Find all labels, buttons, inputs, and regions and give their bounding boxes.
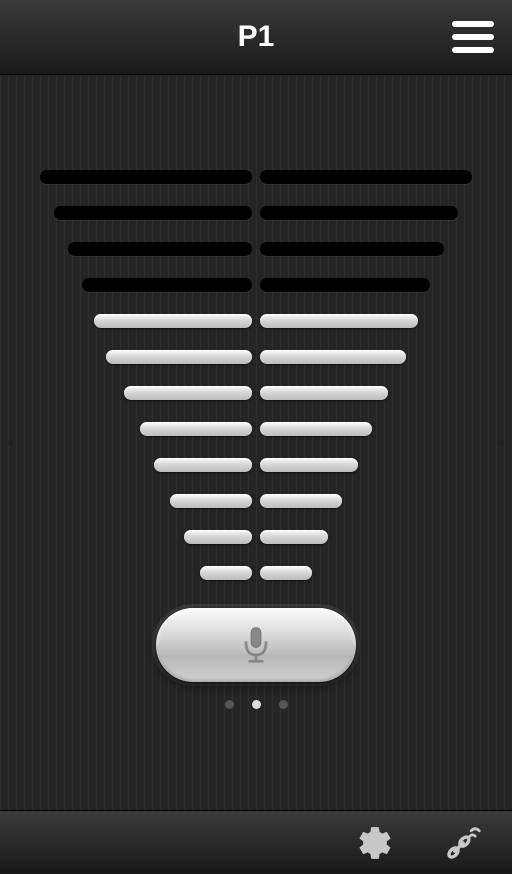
grille-slot [170,494,252,508]
grille-slot [106,350,252,364]
page-indicator[interactable] [225,700,288,709]
grille-slot [94,314,252,328]
grille-row [40,458,472,472]
grille-slot [82,278,252,292]
grille-row [40,242,472,256]
header-bar: P1 [0,0,512,75]
settings-button[interactable] [356,824,394,862]
page-dot[interactable] [252,700,261,709]
menu-button[interactable] [452,21,494,53]
grille-row [40,530,472,544]
grille-slot [140,422,252,436]
grille-slot [68,242,252,256]
grille-slot [260,494,342,508]
grille-slot [260,458,358,472]
grille-slot [184,530,252,544]
grille-slot [260,566,312,580]
gear-icon [356,824,394,862]
grille-row [40,386,472,400]
grille-row [40,278,472,292]
grille-slot [260,242,444,256]
microphone-icon [241,625,271,665]
page-dot[interactable] [225,700,234,709]
grille-slot [54,206,252,220]
grille-slot [200,566,252,580]
connect-button[interactable] [444,824,482,862]
menu-icon [452,21,494,27]
ptt-container [156,608,356,682]
page-title: P1 [238,20,275,54]
grille-row [40,566,472,580]
grille-slot [260,386,388,400]
grille-slot [260,170,472,184]
grille-slot [154,458,252,472]
link-signal-icon [444,824,482,862]
grille-slot [260,530,328,544]
grille-row [40,494,472,508]
page-dot[interactable] [279,700,288,709]
grille-slot [260,314,418,328]
grille-slot [40,170,252,184]
grille-slot [260,350,406,364]
grille-slot [124,386,252,400]
push-to-talk-button[interactable] [156,608,356,682]
grille-row [40,170,472,184]
grille-slot [260,206,458,220]
grille-row [40,350,472,364]
grille-slot [260,278,430,292]
speaker-grille [40,170,472,580]
main-panel [0,75,512,810]
grille-row [40,206,472,220]
footer-bar [0,810,512,874]
grille-slot [260,422,372,436]
grille-row [40,422,472,436]
grille-row [40,314,472,328]
